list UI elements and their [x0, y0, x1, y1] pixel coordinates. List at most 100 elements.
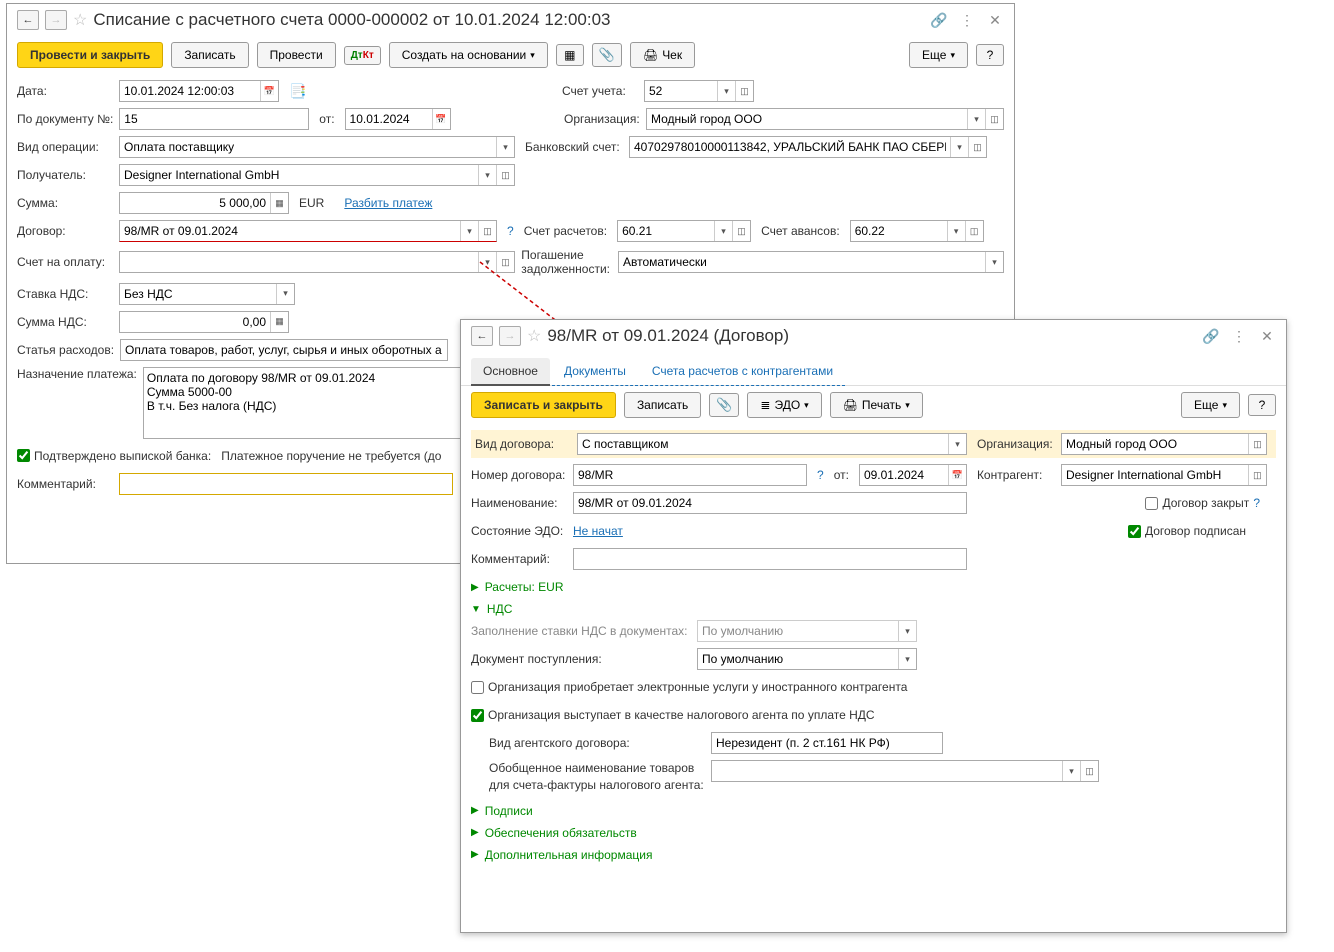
open-icon[interactable]: ◫ [732, 221, 750, 241]
calendar-icon[interactable]: 📅 [260, 81, 278, 101]
docnum-field[interactable] [119, 108, 309, 130]
expand-obligations[interactable]: ▶Обеспечения обязательств [471, 822, 1276, 844]
debt-field[interactable]: ▾ [618, 251, 1004, 273]
close-icon[interactable]: ✕ [986, 11, 1004, 29]
tab-documents[interactable]: Документы [552, 358, 638, 386]
recipient-field[interactable]: ▾◫ [119, 164, 515, 186]
nav-back-button[interactable]: ← [471, 326, 493, 346]
attach-button[interactable]: 📎 [592, 43, 622, 67]
open-icon[interactable]: ◫ [496, 165, 514, 185]
contract-field[interactable]: ▾◫ [119, 220, 497, 242]
open-icon[interactable]: ◫ [496, 252, 514, 272]
edo-state-link[interactable]: Не начат [573, 524, 623, 538]
org-field[interactable]: ◫ [1061, 433, 1267, 455]
dtkt-button[interactable]: ДтКт [344, 46, 381, 65]
attach-button[interactable]: 📎 [709, 393, 739, 417]
calc-icon[interactable]: ▦ [270, 193, 288, 213]
link-icon[interactable]: 🔗 [1202, 327, 1220, 345]
dropdown-icon[interactable]: ▾ [898, 649, 916, 669]
from-field[interactable]: 📅 [859, 464, 967, 486]
calc-icon[interactable]: ▦ [270, 312, 288, 332]
dropdown-icon[interactable]: ▾ [985, 252, 1003, 272]
closed-checkbox[interactable] [1145, 497, 1158, 510]
open-icon[interactable]: ◫ [985, 109, 1003, 129]
expand-vat[interactable]: ▼НДС [471, 598, 1276, 620]
tab-main[interactable]: Основное [471, 358, 550, 386]
tab-accounts[interactable]: Счета расчетов с контрагентами [640, 358, 845, 386]
open-icon[interactable]: ◫ [735, 81, 753, 101]
nav-forward-button[interactable]: → [499, 326, 521, 346]
help-button[interactable]: ? [976, 44, 1004, 66]
op-field[interactable]: ▾ [119, 136, 515, 158]
help-icon[interactable]: ? [507, 224, 514, 238]
name-field[interactable] [573, 492, 967, 514]
more-button[interactable]: Еще ▾ [909, 42, 968, 68]
help-button[interactable]: ? [1248, 394, 1276, 416]
dropdown-icon[interactable]: ▾ [496, 137, 514, 157]
post-and-close-button[interactable]: Провести и закрыть [17, 42, 163, 68]
save-button[interactable]: Записать [624, 392, 701, 418]
calendar-icon[interactable]: 📅 [948, 465, 966, 485]
kebab-icon[interactable]: ⋮ [958, 11, 976, 29]
dropdown-icon[interactable]: ▾ [947, 221, 965, 241]
create-on-basis-button[interactable]: Создать на основании ▾ [389, 42, 548, 68]
dropdown-icon[interactable]: ▾ [898, 621, 916, 641]
eservices-checkbox[interactable] [471, 681, 484, 694]
org-field[interactable]: ▾◫ [646, 108, 1004, 130]
signed-checkbox[interactable] [1128, 525, 1141, 538]
favorite-star-icon[interactable]: ☆ [73, 10, 87, 30]
purpose-field[interactable] [143, 367, 477, 439]
num-field[interactable] [573, 464, 807, 486]
dropdown-icon[interactable]: ▾ [717, 81, 735, 101]
comment-field[interactable] [573, 548, 967, 570]
party-field[interactable]: ◫ [1061, 464, 1267, 486]
confirmed-checkbox[interactable] [17, 449, 30, 462]
dropdown-icon[interactable]: ▾ [967, 109, 985, 129]
vat-rate-field[interactable]: ▾ [119, 283, 295, 305]
dropdown-icon[interactable]: ▾ [460, 221, 478, 241]
dropdown-icon[interactable]: ▾ [948, 434, 966, 454]
expand-calculations[interactable]: ▶Расчеты: EUR [471, 576, 1276, 598]
open-icon[interactable]: ◫ [968, 137, 986, 157]
date-field[interactable]: 📅 [119, 80, 279, 102]
help-icon[interactable]: ? [817, 468, 824, 482]
agent-type-field[interactable] [711, 732, 943, 754]
dropdown-icon[interactable]: ▾ [276, 284, 294, 304]
more-button[interactable]: Еще ▾ [1181, 392, 1240, 418]
vat-fill-field[interactable]: ▾ [697, 620, 917, 642]
adv-acct-field[interactable]: ▾◫ [850, 220, 984, 242]
dropdown-icon[interactable]: ▾ [950, 137, 968, 157]
close-icon[interactable]: ✕ [1258, 327, 1276, 345]
confirm-icon[interactable]: 📑 [289, 82, 307, 100]
vat-sum-field[interactable]: ▦ [119, 311, 289, 333]
open-icon[interactable]: ◫ [1248, 434, 1266, 454]
calc-acct-field[interactable]: ▾◫ [617, 220, 751, 242]
invoice-field[interactable]: ▾◫ [119, 251, 515, 273]
dropdown-icon[interactable]: ▾ [714, 221, 732, 241]
dropdown-icon[interactable]: ▾ [1062, 761, 1080, 781]
help-icon[interactable]: ? [1253, 496, 1260, 510]
favorite-star-icon[interactable]: ☆ [527, 326, 541, 346]
structure-button[interactable]: ▦ [556, 44, 584, 66]
bank-field[interactable]: ▾◫ [629, 136, 987, 158]
edo-button[interactable]: ≣ ЭДО ▾ [747, 392, 821, 418]
dropdown-icon[interactable]: ▾ [478, 165, 496, 185]
open-icon[interactable]: ◫ [965, 221, 983, 241]
calendar-icon[interactable]: 📅 [432, 109, 450, 129]
save-and-close-button[interactable]: Записать и закрыть [471, 392, 616, 418]
from-field[interactable]: 📅 [345, 108, 451, 130]
split-payment-link[interactable]: Разбить платеж [344, 196, 432, 210]
open-icon[interactable]: ◫ [1080, 761, 1098, 781]
tax-agent-checkbox[interactable] [471, 709, 484, 722]
expand-additional[interactable]: ▶Дополнительная информация [471, 844, 1276, 866]
goods-field[interactable]: ▾◫ [711, 760, 1099, 782]
acct-field[interactable]: ▾◫ [644, 80, 754, 102]
post-button[interactable]: Провести [257, 42, 336, 68]
link-icon[interactable]: 🔗 [930, 11, 948, 29]
nav-back-button[interactable]: ← [17, 10, 39, 30]
open-icon[interactable]: ◫ [478, 221, 496, 241]
print-button[interactable]: 🖨 Печать ▾ [830, 392, 923, 418]
dropdown-icon[interactable]: ▾ [478, 252, 496, 272]
expand-signatures[interactable]: ▶Подписи [471, 800, 1276, 822]
type-field[interactable]: ▾ [577, 433, 967, 455]
